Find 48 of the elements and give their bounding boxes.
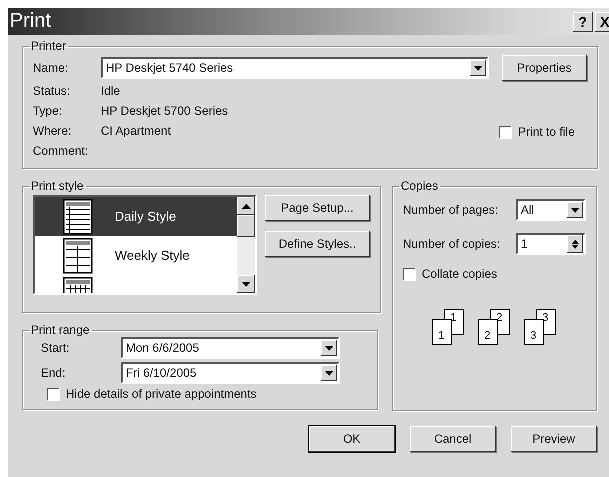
checkbox[interactable] — [403, 268, 416, 280]
style-list-item[interactable]: Weekly Style — [35, 236, 237, 275]
info-value: CI Apartment — [101, 124, 172, 138]
copies-spinner[interactable]: 1 — [516, 233, 586, 255]
down-arrow-icon — [242, 282, 250, 286]
date-dropdown[interactable]: Mon 6/6/2005 — [121, 337, 340, 359]
dialog-button[interactable]: Cancel — [410, 426, 496, 452]
info-label: Type: — [33, 104, 64, 118]
help-button[interactable]: ? — [573, 12, 593, 32]
field-label: Name: — [33, 61, 70, 75]
style-button[interactable]: Page Setup... — [265, 195, 370, 221]
style-button[interactable]: Define Styles.. — [265, 231, 370, 257]
calendar-page-icon — [63, 198, 93, 234]
checkbox-label: Print to file — [518, 125, 575, 139]
field-label: End: — [40, 366, 67, 380]
checkbox[interactable] — [499, 126, 512, 138]
window-title: Print — [9, 10, 52, 33]
dialog-button[interactable]: OK — [309, 426, 395, 452]
printer-dropdown[interactable]: HP Deskjet 5740 Series — [101, 57, 489, 79]
field-label: Number of pages: — [403, 203, 498, 217]
group-label: Copies — [400, 179, 440, 193]
page-sheet: 3 — [524, 319, 544, 345]
date-dropdown[interactable]: Fri 6/10/2005 — [121, 362, 340, 384]
field-label: Start: — [40, 341, 71, 355]
scroll-thumb[interactable] — [237, 215, 255, 237]
page-sheet: 2 — [478, 319, 498, 345]
style-list-item[interactable]: Daily Style — [35, 197, 237, 236]
scroll-down-button[interactable] — [237, 275, 255, 293]
info-label: Comment: — [33, 144, 90, 158]
info-value: Idle — [101, 84, 120, 98]
dialog-button[interactable]: Preview — [511, 426, 597, 452]
group-label: Print style — [30, 179, 85, 193]
info-value: HP Deskjet 5700 Series — [101, 104, 228, 118]
checkbox-label: Collate copies — [422, 267, 498, 281]
spin-arrows-icon — [567, 235, 583, 253]
pages-dropdown[interactable]: All — [516, 199, 586, 221]
field-label: Number of copies: — [403, 237, 500, 251]
scroll-up-button[interactable] — [237, 197, 255, 215]
properties-button[interactable]: Properties — [502, 55, 587, 81]
group-label: Print range — [30, 323, 91, 337]
up-arrow-icon — [242, 204, 250, 208]
group-label: Printer — [30, 39, 68, 53]
calendar-page-icon — [63, 238, 93, 274]
info-label: Status: — [33, 84, 72, 98]
page-sheet: 1 — [432, 319, 452, 345]
checkbox[interactable] — [47, 388, 60, 400]
info-label: Where: — [33, 124, 73, 138]
checkbox-label: Hide details of private appointments — [66, 387, 257, 401]
